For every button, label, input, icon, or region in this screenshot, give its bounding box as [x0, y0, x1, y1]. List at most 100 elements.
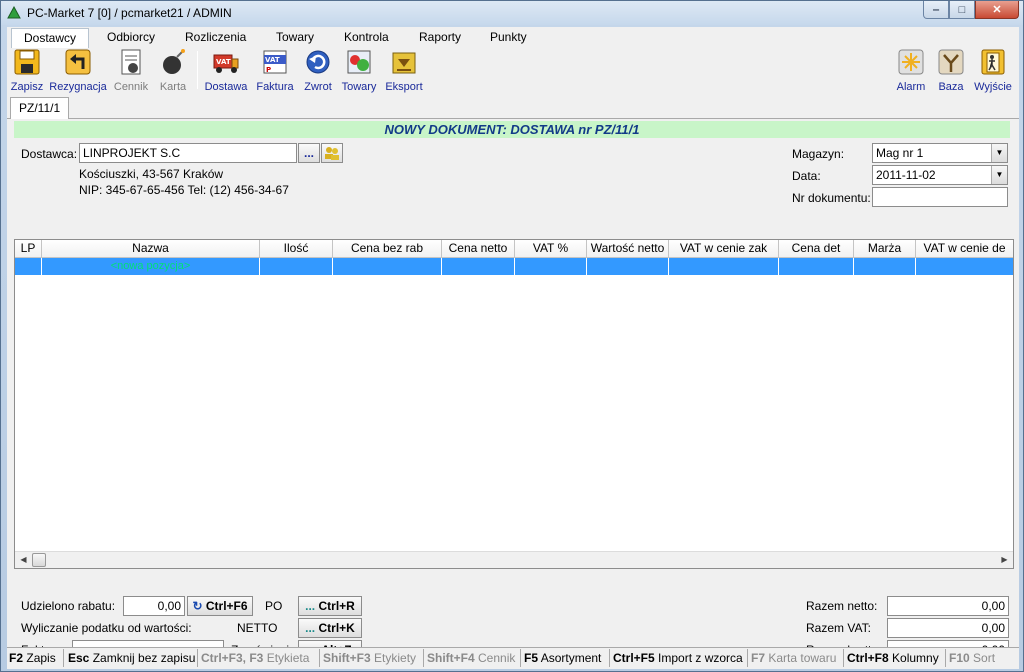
supplier-field[interactable]: LINPROJEKT S.C	[79, 143, 297, 163]
svg-text:VAT: VAT	[216, 58, 231, 66]
warehouse-value: Mag nr 1	[876, 146, 924, 160]
status-separator	[197, 649, 198, 667]
status-separator	[63, 649, 64, 667]
undo-icon	[65, 49, 91, 75]
card-button[interactable]: Karta	[155, 47, 191, 93]
menu-rozliczenia[interactable]: Rozliczenia	[185, 30, 246, 44]
cancel-label: Rezygnacja	[49, 81, 107, 93]
maximize-button[interactable]: □	[949, 1, 975, 19]
warehouse-select[interactable]: Mag nr 1 ▼	[872, 143, 1008, 163]
supplier-card-button[interactable]	[321, 143, 343, 163]
table-row[interactable]: <nowa pozycja>	[15, 258, 1013, 275]
status-ctrl-f3[interactable]: Ctrl+F3, F3 Etykieta	[201, 651, 309, 665]
exit-button[interactable]: Wyjście	[973, 47, 1013, 93]
status-bar: F2 Zapis Esc Zamknij bez zapisu Ctrl+F3,…	[7, 647, 1019, 667]
col-cena-bez-rab[interactable]: Cena bez rab	[333, 240, 442, 258]
date-field[interactable]: 2011-11-02 ▼	[872, 165, 1008, 185]
discount-shortcut: Ctrl+F6	[205, 599, 248, 613]
discount-button[interactable]: ↻ Ctrl+F6	[187, 596, 253, 616]
price-list-icon	[121, 49, 141, 75]
status-esc[interactable]: Esc Zamknij bez zapisu	[68, 651, 195, 665]
col-ilosc[interactable]: Ilość	[260, 240, 333, 258]
po-dots: ...	[305, 599, 316, 613]
menu-raporty[interactable]: Raporty	[419, 30, 461, 44]
database-label: Baza	[938, 81, 964, 93]
menu-odbiorcy[interactable]: Odbiorcy	[107, 30, 155, 44]
scroll-left-icon[interactable]: ◀	[15, 552, 32, 568]
col-cena-det[interactable]: Cena det	[779, 240, 854, 258]
status-ctrl-f8[interactable]: Ctrl+F8 Kolumny	[847, 651, 939, 665]
status-text: Etykiety	[374, 651, 417, 665]
menu-punkty[interactable]: Punkty	[490, 30, 527, 44]
price-list-button[interactable]: Cennik	[111, 47, 151, 93]
cell-cena-netto	[442, 258, 515, 275]
toolbar-separator	[197, 51, 198, 89]
status-ctrl-f5[interactable]: Ctrl+F5 Import z wzorca	[613, 651, 743, 665]
tab-pz-11-1[interactable]: PZ/11/1	[10, 97, 70, 120]
menu-towary[interactable]: Towary	[276, 30, 314, 44]
menu-dostawcy[interactable]: Dostawcy	[11, 28, 90, 48]
status-f10[interactable]: F10 Sort	[949, 651, 995, 665]
chevron-down-icon[interactable]: ▼	[991, 144, 1007, 162]
discount-field[interactable]: 0,00	[123, 596, 185, 616]
cell-lp	[15, 258, 42, 275]
alarm-button[interactable]: Alarm	[893, 47, 929, 93]
tax-calc-label: Wyliczanie podatku od wartości:	[21, 621, 192, 635]
col-vat-cena-det[interactable]: VAT w cenie de	[916, 240, 1013, 258]
supplier-browse-button[interactable]: ...	[298, 143, 320, 163]
return-label: Zwrot	[304, 81, 332, 93]
return-button[interactable]: Zwrot	[301, 47, 335, 93]
horizontal-scrollbar[interactable]: ◀ ▶	[15, 551, 1013, 568]
col-cena-netto[interactable]: Cena netto	[442, 240, 515, 258]
scroll-right-icon[interactable]: ▶	[996, 552, 1013, 568]
scroll-thumb[interactable]	[32, 553, 46, 567]
status-separator	[520, 649, 521, 667]
title-bar[interactable]: PC-Market 7 [0] / pcmarket21 / ADMIN ‒ □…	[1, 1, 1023, 25]
col-marza[interactable]: Marża	[854, 240, 916, 258]
cell-ilosc	[260, 258, 333, 275]
status-key: F10	[949, 651, 970, 665]
goods-button[interactable]: Towary	[339, 47, 379, 93]
doc-number-field[interactable]	[872, 187, 1008, 207]
invoice-button[interactable]: VAT P Faktura	[255, 47, 295, 93]
goods-icon	[347, 50, 371, 74]
col-nazwa[interactable]: Nazwa	[42, 240, 260, 258]
close-button[interactable]: ✕	[975, 1, 1019, 19]
netto-label: NETTO	[237, 621, 278, 635]
database-button[interactable]: Baza	[933, 47, 969, 93]
chevron-down-icon[interactable]: ▼	[991, 166, 1007, 184]
save-button[interactable]: Zapisz	[9, 47, 45, 93]
items-grid: LP Nazwa Ilość Cena bez rab Cena netto V…	[14, 239, 1014, 569]
cell-vat-det	[916, 258, 1013, 275]
toolbar: Zapisz Rezygnacja Cennik Karta VAT Dosta…	[7, 47, 1019, 93]
refresh-icon: ↻	[192, 599, 203, 613]
status-text: Sort	[973, 651, 996, 665]
col-lp[interactable]: LP	[15, 240, 42, 258]
status-shift-f3[interactable]: Shift+F3 Etykiety	[323, 651, 416, 665]
warehouse-label: Magazyn:	[792, 147, 845, 161]
delivery-button[interactable]: VAT Dostawa	[203, 47, 249, 93]
status-f7[interactable]: F7 Karta towaru	[751, 651, 836, 665]
price-list-label: Cennik	[113, 81, 149, 93]
netto-button[interactable]: ... Ctrl+K	[298, 618, 362, 638]
status-shift-f4[interactable]: Shift+F4 Cennik	[427, 651, 515, 665]
status-f2[interactable]: F2 Zapis	[9, 651, 56, 665]
supplier-nip-tel: NIP: 345-67-65-456 Tel: (12) 456-34-67	[79, 183, 289, 197]
col-wartosc-netto[interactable]: Wartość netto	[587, 240, 669, 258]
cell-wartosc	[587, 258, 669, 275]
col-vat-proc[interactable]: VAT %	[515, 240, 587, 258]
po-button[interactable]: ... Ctrl+R	[298, 596, 362, 616]
status-text: Zamknij bez zapisu	[92, 651, 196, 665]
menu-kontrola[interactable]: Kontrola	[344, 30, 389, 44]
status-separator	[843, 649, 844, 667]
cancel-button[interactable]: Rezygnacja	[49, 47, 107, 93]
status-f5[interactable]: F5 Asortyment	[524, 651, 601, 665]
status-separator	[423, 649, 424, 667]
status-key: F7	[751, 651, 766, 665]
export-button[interactable]: Eksport	[383, 47, 425, 93]
status-separator	[945, 649, 946, 667]
minimize-button[interactable]: ‒	[923, 1, 949, 19]
doc-number-label: Nr dokumentu:	[792, 191, 871, 205]
col-vat-cena-zak[interactable]: VAT w cenie zak	[669, 240, 779, 258]
cell-new-item[interactable]: <nowa pozycja>	[42, 258, 260, 275]
